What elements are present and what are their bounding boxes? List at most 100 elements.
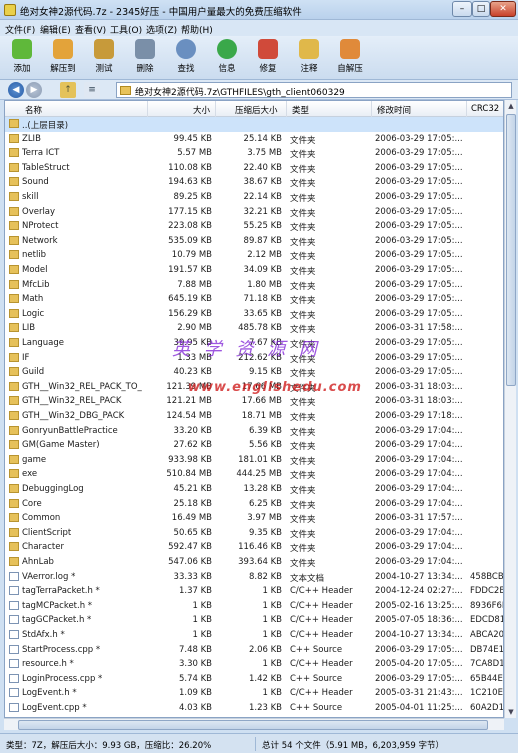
- sfx-button[interactable]: 自解压: [332, 39, 368, 79]
- delete-button[interactable]: 删除: [127, 39, 163, 79]
- up-folder-button[interactable]: ↑: [60, 82, 76, 98]
- forward-button[interactable]: ▶: [26, 82, 42, 98]
- back-button[interactable]: ◀: [8, 82, 24, 98]
- folder-row[interactable]: Sound 194.63 KB 38.67 KB 文件夹 2006-03-29 17:0…: [5, 175, 503, 190]
- folder-icon: [9, 557, 19, 566]
- folder-row[interactable]: Logic 156.29 KB 33.65 KB 文件夹 2006-03-29 17:0…: [5, 307, 503, 322]
- folder-row[interactable]: exe 510.84 MB 444.25 MB 文件夹 2006-03-29 17:04…: [5, 467, 503, 482]
- scroll-down-icon[interactable]: ▼: [505, 706, 517, 718]
- info-button[interactable]: 信息: [209, 39, 245, 79]
- folder-row[interactable]: skill 89.25 KB 22.14 KB 文件夹 2006-03-29 17:05…: [5, 190, 503, 205]
- menu-view[interactable]: 查看(V): [75, 23, 106, 36]
- view-mode-button[interactable]: ≡: [84, 82, 100, 98]
- folder-row[interactable]: GTH__Win32_DBG_PACK 124.54 MB 18.71 MB 文件夹 2…: [5, 409, 503, 424]
- minimize-button[interactable]: –: [452, 1, 472, 17]
- file-row[interactable]: tagTerraPacket.h * 1.37 KB 1 KB C/C++ Heade…: [5, 584, 503, 599]
- file-row[interactable]: VAerror.log * 33.33 KB 8.82 KB 文本文档 2004-10-…: [5, 570, 503, 585]
- col-name[interactable]: 名称: [25, 104, 42, 116]
- find-button[interactable]: 查找: [168, 39, 204, 79]
- extract-to-button[interactable]: 解压到: [45, 39, 81, 79]
- file-icon: [9, 703, 19, 712]
- cell-type: 文件夹: [290, 310, 316, 321]
- hscroll-thumb[interactable]: [18, 720, 488, 730]
- folder-row[interactable]: TableStruct 110.08 KB 22.40 KB 文件夹 2006-03-2…: [5, 161, 503, 176]
- col-size[interactable]: 大小: [193, 104, 210, 116]
- folder-row[interactable]: Model 191.57 KB 34.09 KB 文件夹 2006-03-29 17:0…: [5, 263, 503, 278]
- cell-packed: 9.35 KB: [248, 527, 282, 538]
- menu-options[interactable]: 选项(Z): [146, 23, 177, 36]
- cell-packed: 22.40 KB: [243, 162, 282, 173]
- cell-name: Logic: [22, 308, 45, 319]
- folder-icon: [9, 469, 19, 479]
- folder-row[interactable]: ZLIB 99.45 KB 25.14 KB 文件夹 2006-03-29 17:05:…: [5, 132, 503, 147]
- status-archive-info: 类型：7Z，解压后大小：9.93 GB，压缩比：26.20%: [6, 741, 212, 751]
- file-row[interactable]: LogEvent.h * 1.09 KB 1 KB C/C++ Header 2005-…: [5, 686, 503, 701]
- folder-row[interactable]: Common 16.49 MB 3.97 MB 文件夹 2006-03-31 17:57…: [5, 511, 503, 526]
- folder-row[interactable]: GonryunBattlePractice 33.20 KB 6.39 KB 文件夹 2…: [5, 424, 503, 439]
- file-row[interactable]: tagGCPacket.h * 1 KB 1 KB C/C++ Header 2005-…: [5, 613, 503, 628]
- menu-file[interactable]: 文件(F): [5, 23, 35, 36]
- cell-mtime: 2006-03-29 17:18:...: [375, 411, 463, 421]
- folder-row[interactable]: GM(Game Master) 27.62 KB 5.56 KB 文件夹 2006-03…: [5, 438, 503, 453]
- col-type[interactable]: 类型: [292, 104, 309, 116]
- cell-mtime: 2006-03-29 17:04:...: [375, 542, 463, 553]
- comment-button[interactable]: 注释: [291, 39, 327, 79]
- col-mtime[interactable]: 修改时间: [377, 104, 411, 116]
- folder-row[interactable]: Character 592.47 KB 116.46 KB 文件夹 2006-03-29…: [5, 540, 503, 555]
- repair-button[interactable]: 修复: [250, 39, 286, 79]
- maximize-button[interactable]: □: [472, 1, 490, 17]
- add-button[interactable]: 添加: [4, 39, 40, 79]
- folder-icon: [9, 411, 19, 420]
- path-field[interactable]: 绝对女神2源代码.7z\GTHFILES\gth_client060329: [116, 82, 512, 98]
- cell-mtime: 2006-03-29 17:04:...: [375, 440, 463, 451]
- file-row[interactable]: StartProcess.cpp * 7.48 KB 2.06 KB C++ Sour…: [5, 643, 503, 658]
- folder-row[interactable]: AhnLab 547.06 KB 393.64 KB 文件夹 2006-03-29 17…: [5, 555, 503, 570]
- folder-row[interactable]: Overlay 177.15 KB 32.21 KB 文件夹 2006-03-29 17…: [5, 205, 503, 220]
- folder-row[interactable]: Guild 40.23 KB 9.15 KB 文件夹 2006-03-29 17:05:…: [5, 365, 503, 380]
- cell-size: 592.47 KB: [168, 542, 212, 553]
- cell-size: 194.63 KB: [168, 177, 212, 188]
- folder-row[interactable]: GTH__Win32_REL_PACK 121.21 MB 17.66 MB 文件夹 2…: [5, 394, 503, 409]
- cell-packed: 1 KB: [262, 600, 282, 611]
- cell-type: C/C++ Header: [290, 600, 353, 611]
- file-row[interactable]: LoginProcess.cpp * 5.74 KB 1.42 KB C++ Sour…: [5, 672, 503, 687]
- folder-row[interactable]: game 933.98 KB 181.01 KB 文件夹 2006-03-29 17:0…: [5, 453, 503, 468]
- cell-size: 5.57 MB: [177, 148, 212, 159]
- menu-tools[interactable]: 工具(O): [110, 23, 142, 36]
- cell-size: 156.29 KB: [168, 308, 212, 319]
- test-button[interactable]: 测试: [86, 39, 122, 79]
- col-crc[interactable]: CRC32: [471, 104, 499, 114]
- scroll-up-icon[interactable]: ▲: [505, 100, 517, 112]
- vertical-scrollbar[interactable]: ▲ ▼: [504, 100, 516, 718]
- file-row[interactable]: StdAfx.h * 1 KB 1 KB C/C++ Header 2004-10-27…: [5, 628, 503, 643]
- cell-type: C/C++ Header: [290, 630, 353, 640]
- watermark-url: www.englishedu.com: [188, 380, 362, 395]
- folder-row[interactable]: Network 535.09 KB 89.87 KB 文件夹 2006-03-29 17…: [5, 234, 503, 249]
- folder-row[interactable]: DebuggingLog 45.21 KB 13.28 KB 文件夹 2006-03-2…: [5, 482, 503, 497]
- file-row[interactable]: tagMCPacket.h * 1 KB 1 KB C/C++ Header 2005-…: [5, 599, 503, 614]
- folder-row[interactable]: Terra ICT 5.57 MB 3.75 MB 文件夹 2006-03-29 17:…: [5, 146, 503, 161]
- folder-row[interactable]: Math 645.19 KB 71.18 KB 文件夹 2006-03-29 17:05…: [5, 292, 503, 307]
- file-row[interactable]: resource.h * 3.30 KB 1 KB C/C++ Header 2005-…: [5, 657, 503, 672]
- folder-row[interactable]: NProtect 223.08 KB 55.25 KB 文件夹 2006-03-29 1…: [5, 219, 503, 234]
- folder-row[interactable]: ClientScript 50.65 KB 9.35 KB 文件夹 2006-03-29…: [5, 526, 503, 541]
- folder-row[interactable]: LIB 2.90 MB 485.78 KB 文件夹 2006-03-31 17:58:.…: [5, 321, 503, 336]
- file-row[interactable]: LogEvent.cpp * 4.03 KB 1.23 KB C++ Source 20…: [5, 701, 503, 716]
- status-bar: 类型：7Z，解压后大小：9.93 GB，压缩比：26.20% 总计 54 个文件…: [0, 733, 518, 753]
- scroll-thumb[interactable]: [506, 114, 516, 386]
- horizontal-scrollbar[interactable]: [4, 718, 504, 730]
- file-icon: [9, 688, 19, 698]
- cell-mtime: 2006-03-29 17:05:...: [375, 177, 463, 188]
- menu-help[interactable]: 帮助(H): [181, 23, 213, 36]
- folder-row[interactable]: Core 25.18 KB 6.25 KB 文件夹 2006-03-29 17:04:.…: [5, 497, 503, 512]
- col-packed[interactable]: 压缩后大小: [235, 104, 278, 116]
- parent-dir-row[interactable]: ..(上层目录): [5, 117, 503, 132]
- cell-size: 3.30 KB: [178, 659, 212, 670]
- delete-icon: [135, 39, 155, 59]
- menu-edit[interactable]: 编辑(E): [40, 23, 71, 36]
- cell-mtime: 2005-03-31 21:43:...: [375, 688, 463, 699]
- folder-row[interactable]: MfcLib 7.88 MB 1.80 MB 文件夹 2006-03-29 17:05:…: [5, 278, 503, 293]
- close-button[interactable]: ✕: [490, 1, 516, 17]
- folder-row[interactable]: netlib 10.79 MB 2.12 MB 文件夹 2006-03-29 17:05…: [5, 248, 503, 263]
- cell-size: 89.25 KB: [173, 192, 212, 202]
